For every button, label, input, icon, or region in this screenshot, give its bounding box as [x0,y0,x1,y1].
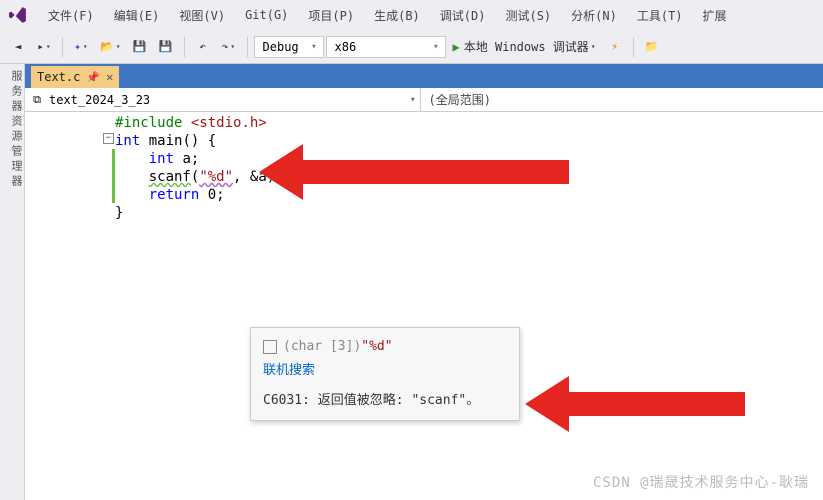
online-search-link[interactable]: 联机搜索 [263,362,507,380]
global-scope-label: (全局范围) [429,91,491,108]
server-explorer-panel[interactable]: 服务器资源管理器 [0,64,25,500]
editor-gutter: − [25,112,115,500]
project-scope-dropdown[interactable]: ⧉ text_2024_3_23 ▾ [25,88,421,111]
menu-view[interactable]: 视图(V) [169,1,235,30]
menu-project[interactable]: 项目(P) [298,1,364,30]
platform-dropdown[interactable]: x86▾ [326,36,446,58]
redo-button[interactable]: ↷▾ [217,35,241,59]
undo-button[interactable]: ↶ [191,35,215,59]
toolbar: ◄ ▸▾ ✦▾ 📂▾ 💾 💾 ↶ ↷▾ Debug▾ x86▾ ▶ 本地 Win… [0,30,823,64]
new-project-button[interactable]: ✦▾ [69,35,93,59]
chevron-down-icon: ▾ [433,42,438,52]
save-all-button[interactable]: 💾 [154,35,178,59]
menu-analyze[interactable]: 分析(N) [561,1,627,30]
code-editor[interactable]: − #include <stdio.h> int main() { int a;… [25,112,823,500]
intellisense-tooltip: (char [3])"%d" 联机搜索 C6031: 返回值被忽略: "scan… [250,327,520,421]
project-icon: ⧉ [29,92,45,108]
menu-build[interactable]: 生成(B) [364,1,430,30]
chevron-down-icon: ▾ [410,95,415,105]
tooltip-warning: C6031: 返回值被忽略: "scanf"。 [263,392,507,410]
code-line: } [115,204,823,222]
separator [62,37,63,57]
navigation-bar: ⧉ text_2024_3_23 ▾ (全局范围) [25,88,823,112]
code-line: #include <stdio.h> [115,114,823,132]
hot-reload-button[interactable]: ⚡ [603,35,627,59]
project-scope-label: text_2024_3_23 [49,93,150,107]
forward-button[interactable]: ▸▾ [32,35,56,59]
menu-debug[interactable]: 调试(D) [430,1,496,30]
tab-text-c[interactable]: Text.c 📌 ✕ [31,66,119,88]
start-debug-button[interactable]: ▶ 本地 Windows 调试器 ▾ [448,35,601,59]
separator [184,37,185,57]
menu-bar: 文件(F) 编辑(E) 视图(V) Git(G) 项目(P) 生成(B) 调试(… [0,0,823,30]
separator [247,37,248,57]
global-scope-dropdown[interactable]: (全局范围) [421,88,823,111]
save-button[interactable]: 💾 [128,35,152,59]
collapse-icon[interactable]: − [103,133,114,144]
config-dropdown[interactable]: Debug▾ [254,36,324,58]
close-icon[interactable]: ✕ [106,70,113,84]
open-button[interactable]: 📂▾ [95,35,126,59]
separator [633,37,634,57]
menu-file[interactable]: 文件(F) [38,1,104,30]
browse-button[interactable]: 📁 [640,35,664,59]
tab-label: Text.c [37,70,80,84]
vs-logo-icon [8,5,28,25]
watermark: CSDN @瑞晟技术服务中心-耿瑞 [593,472,809,492]
pin-icon[interactable]: 📌 [86,71,100,84]
annotation-arrow [259,144,569,200]
menu-extensions[interactable]: 扩展 [693,1,737,30]
document-tabs: Text.c 📌 ✕ [25,64,823,88]
menu-git[interactable]: Git(G) [235,2,298,28]
annotation-arrow [525,376,745,432]
menu-test[interactable]: 测试(S) [495,1,561,30]
menu-tools[interactable]: 工具(T) [627,1,693,30]
menu-edit[interactable]: 编辑(E) [104,1,170,30]
back-button[interactable]: ◄ [6,35,30,59]
tooltip-type-icon [263,340,277,354]
chevron-down-icon: ▾ [311,42,316,52]
